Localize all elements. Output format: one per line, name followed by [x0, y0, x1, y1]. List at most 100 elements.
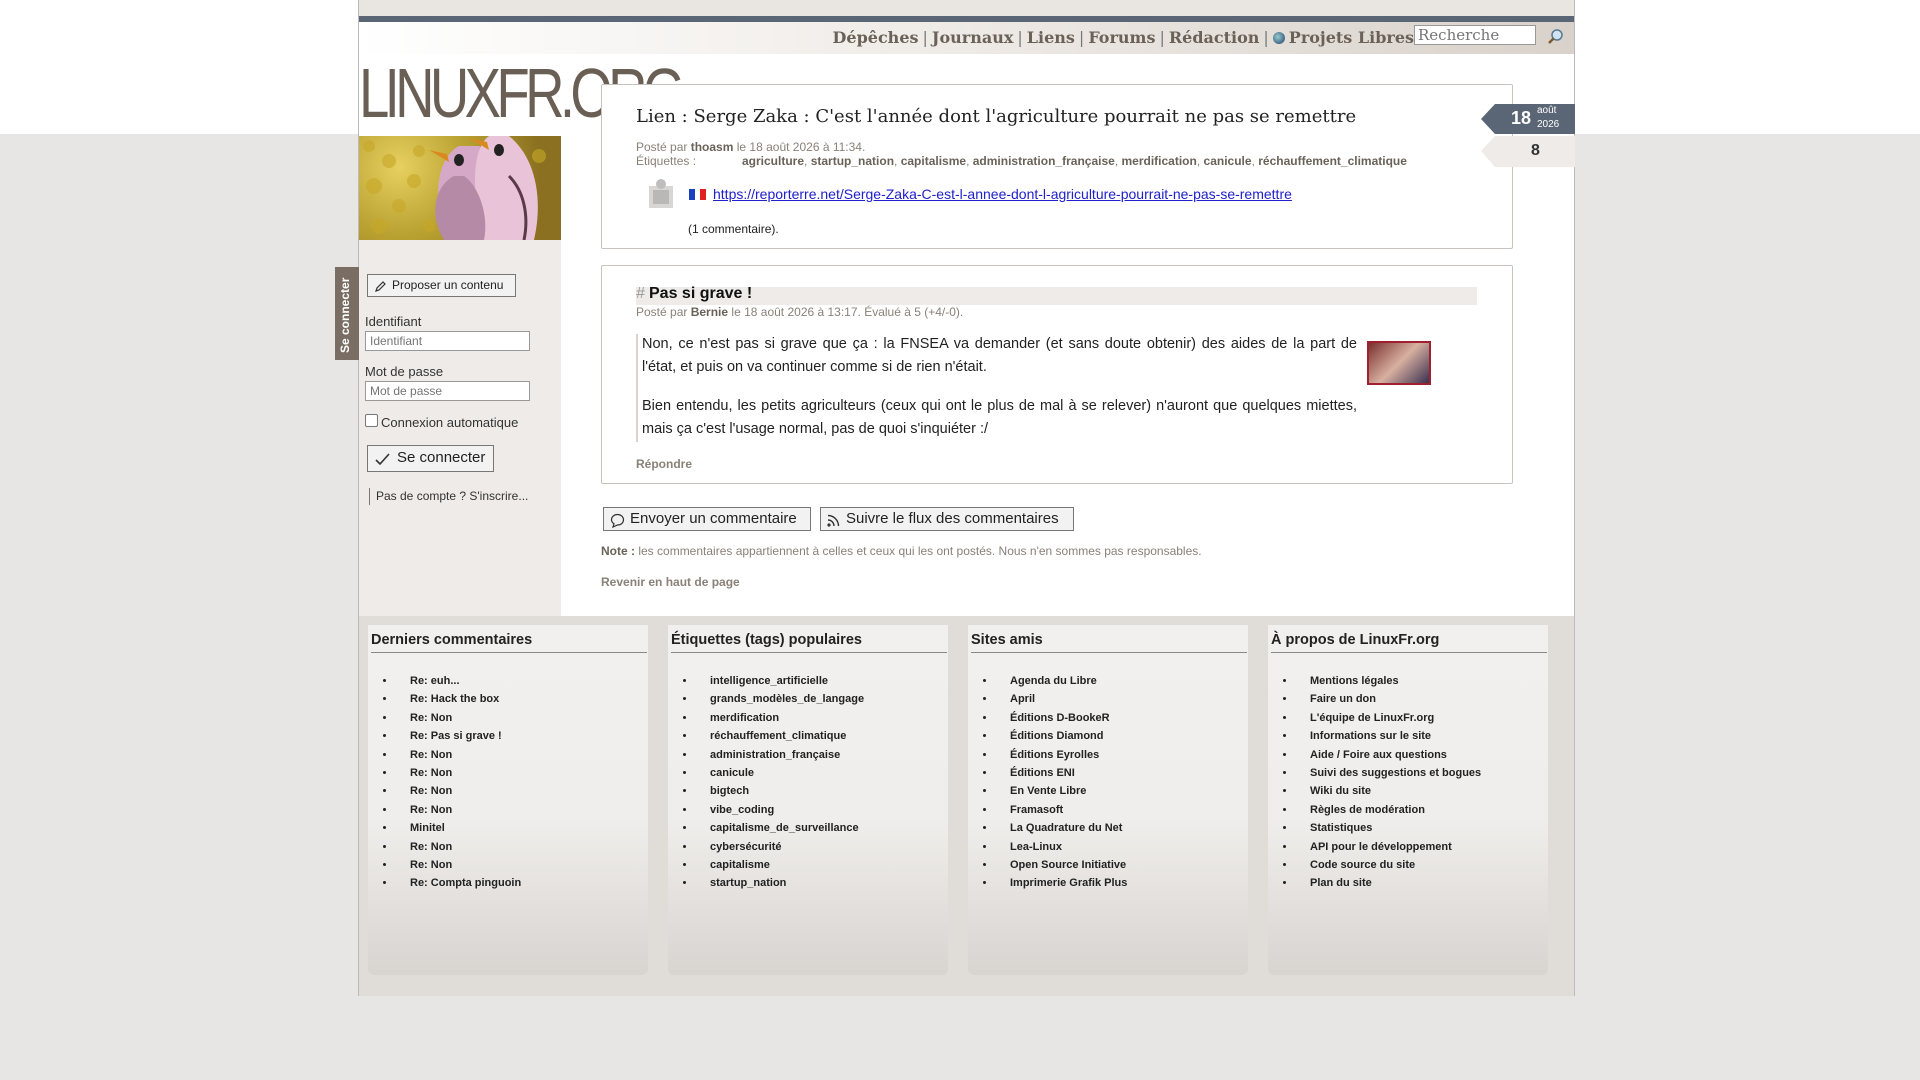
- list-item[interactable]: Framasoft: [996, 801, 1127, 819]
- list-item[interactable]: Re: euh...: [396, 672, 521, 690]
- article-meta: Posté par thoasm le 18 août 2026 à 11:34…: [636, 140, 865, 154]
- list-item[interactable]: Mentions légales: [1296, 672, 1481, 690]
- tag-link[interactable]: merdification: [1121, 154, 1196, 168]
- list-item[interactable]: Lea-Linux: [996, 838, 1127, 856]
- login-button[interactable]: Se connecter: [367, 445, 494, 472]
- list-item[interactable]: Code source du site: [1296, 856, 1481, 874]
- list-item[interactable]: Re: Non: [396, 838, 521, 856]
- list-item[interactable]: Suivi des suggestions et bogues: [1296, 764, 1481, 782]
- nav-item-depeches[interactable]: Dépêches: [833, 28, 919, 47]
- list-item[interactable]: Informations sur le site: [1296, 727, 1481, 745]
- comment-title[interactable]: Pas si grave !: [649, 285, 752, 303]
- nav-separator: |: [1017, 28, 1023, 47]
- list-item[interactable]: Éditions ENI: [996, 764, 1127, 782]
- propose-content-button[interactable]: Proposer un contenu: [367, 274, 516, 297]
- check-icon: [375, 453, 390, 466]
- list-item[interactable]: Minitel: [396, 819, 521, 837]
- reply-link[interactable]: Répondre: [636, 457, 692, 471]
- pencil-icon: [375, 281, 386, 292]
- list-item[interactable]: API pour le développement: [1296, 838, 1481, 856]
- list-item[interactable]: startup_nation: [696, 874, 864, 892]
- list-item[interactable]: Éditions Diamond: [996, 727, 1127, 745]
- list-item[interactable]: Re: Pas si grave !: [396, 727, 521, 745]
- comment-anchor[interactable]: #: [636, 285, 645, 303]
- divider: [369, 488, 370, 505]
- note-text: les commentaires appartiennent à celles …: [638, 544, 1202, 558]
- login-tab-label: Se connecter: [338, 277, 352, 353]
- list-item[interactable]: Aide / Foire aux questions: [1296, 746, 1481, 764]
- list-item[interactable]: capitalisme: [696, 856, 864, 874]
- article-title[interactable]: Lien : Serge Zaka : C'est l'année dont l…: [636, 106, 1356, 127]
- list-item[interactable]: April: [996, 690, 1127, 708]
- nav-item-forums[interactable]: Forums: [1088, 28, 1155, 47]
- list-item[interactable]: grands_modèles_de_langage: [696, 690, 864, 708]
- list-item[interactable]: Re: Hack the box: [396, 690, 521, 708]
- tag-link[interactable]: capitalisme: [901, 154, 966, 168]
- list-item[interactable]: Statistiques: [1296, 819, 1481, 837]
- score-value: 8: [1531, 142, 1540, 159]
- list-item[interactable]: En Vente Libre: [996, 782, 1127, 800]
- footer-title-about: À propos de LinuxFr.org: [1271, 632, 1547, 653]
- date-month: août: [1537, 105, 1557, 116]
- comments-count-link[interactable]: (1 commentaire).: [688, 222, 779, 236]
- list-item[interactable]: Imprimerie Grafik Plus: [996, 874, 1127, 892]
- comment-author[interactable]: Bernie: [691, 305, 728, 319]
- comment-paragraph-1: Non, ce n'est pas si grave que ça : la F…: [642, 336, 1357, 375]
- list-item[interactable]: réchauffement_climatique: [696, 727, 864, 745]
- list-item[interactable]: administration_française: [696, 746, 864, 764]
- tag-link[interactable]: administration_française: [973, 154, 1115, 168]
- list-item[interactable]: Re: Non: [396, 856, 521, 874]
- list-item[interactable]: Re: Non: [396, 801, 521, 819]
- list-item[interactable]: La Quadrature du Net: [996, 819, 1127, 837]
- password-field[interactable]: [365, 381, 530, 401]
- article-tags-label: Étiquettes :: [636, 154, 697, 168]
- list-item[interactable]: Wiki du site: [1296, 782, 1481, 800]
- nav-item-journaux[interactable]: Journaux: [932, 28, 1013, 47]
- login-button-label: Se connecter: [397, 449, 486, 466]
- list-item[interactable]: vibe_coding: [696, 801, 864, 819]
- identifiant-field[interactable]: [365, 331, 530, 351]
- send-comment-button[interactable]: Envoyer un commentaire: [603, 507, 811, 531]
- list-item[interactable]: Éditions Eyrolles: [996, 746, 1127, 764]
- list-item[interactable]: Éditions D-BookeR: [996, 709, 1127, 727]
- tag-link[interactable]: réchauffement_climatique: [1258, 154, 1407, 168]
- article-author[interactable]: thoasm: [691, 140, 734, 154]
- list-item[interactable]: Re: Non: [396, 709, 521, 727]
- nav-item-redaction[interactable]: Rédaction: [1169, 28, 1260, 47]
- globe-icon: [1272, 32, 1285, 44]
- tag-link[interactable]: startup_nation: [811, 154, 894, 168]
- site-logo[interactable]: LINUXFR.ORG: [359, 50, 685, 136]
- auto-login-checkbox[interactable]: [365, 414, 378, 427]
- back-to-top-link[interactable]: Revenir en haut de page: [601, 575, 740, 589]
- list-item[interactable]: Règles de modération: [1296, 801, 1481, 819]
- list-item[interactable]: Re: Compta pinguoin: [396, 874, 521, 892]
- rss-icon: [827, 514, 840, 527]
- search-input[interactable]: [1414, 25, 1536, 45]
- list-item[interactable]: capitalisme_de_surveillance: [696, 819, 864, 837]
- signup-link[interactable]: Pas de compte ? S'inscrire...: [376, 489, 528, 503]
- list-item[interactable]: Open Source Initiative: [996, 856, 1127, 874]
- list-item[interactable]: merdification: [696, 709, 864, 727]
- tag-link[interactable]: canicule: [1204, 154, 1252, 168]
- login-tab[interactable]: Se connecter: [335, 267, 359, 360]
- list-item[interactable]: Faire un don: [1296, 690, 1481, 708]
- comment-avatar: [1367, 341, 1431, 385]
- nav-item-liens[interactable]: Liens: [1027, 28, 1075, 47]
- list-item[interactable]: intelligence_artificielle: [696, 672, 864, 690]
- tag-link[interactable]: agriculture: [742, 154, 804, 168]
- list-item[interactable]: Agenda du Libre: [996, 672, 1127, 690]
- list-item[interactable]: cybersécurité: [696, 838, 864, 856]
- search-icon[interactable]: [1547, 28, 1565, 46]
- list-item[interactable]: bigtech: [696, 782, 864, 800]
- list-item[interactable]: Re: Non: [396, 746, 521, 764]
- list-item[interactable]: Re: Non: [396, 782, 521, 800]
- list-item[interactable]: canicule: [696, 764, 864, 782]
- article-url-link[interactable]: https://reporterre.net/Serge-Zaka-C-est-…: [713, 186, 1292, 202]
- list-item[interactable]: Re: Non: [396, 764, 521, 782]
- follow-feed-button[interactable]: Suivre le flux des commentaires: [820, 507, 1074, 531]
- nav-item-projets-libres[interactable]: Projets Libres: [1289, 28, 1414, 47]
- list-item[interactable]: L'équipe de LinuxFr.org: [1296, 709, 1481, 727]
- logo-penguins-image: [359, 136, 561, 240]
- list-item[interactable]: Plan du site: [1296, 874, 1481, 892]
- footer-list-comments: Re: euh... Re: Hack the box Re: Non Re: …: [376, 672, 521, 893]
